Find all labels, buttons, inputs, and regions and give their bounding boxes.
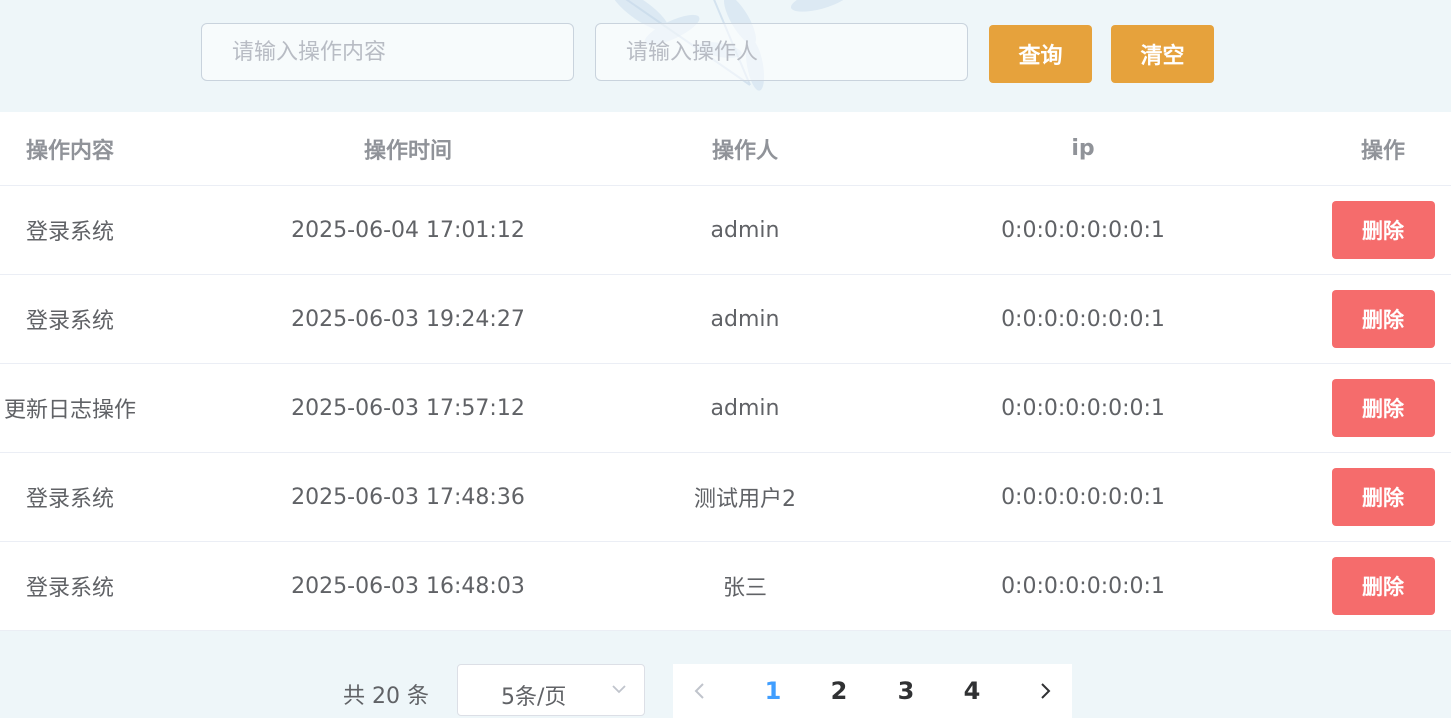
table-row: 登录系统 2025-06-03 16:48:03 张三 0:0:0:0:0:0:… [0,542,1451,631]
column-header-action: 操作 [1360,138,1405,164]
cell-content: 登录系统 [25,220,114,245]
cell-operator: 张三 [722,576,767,601]
table-row: 登录系统 2025-06-03 17:48:36 测试用户2 0:0:0:0:0… [0,453,1451,542]
column-header-time: 操作时间 [363,138,452,164]
cell-ip: 0:0:0:0:0:0:0:1 [1001,217,1165,243]
total-count: 共 20 条 [343,684,429,709]
cell-action: 删除 [1320,364,1446,452]
column-header-content: 操作内容 [25,138,114,164]
query-button[interactable]: 查询 [989,25,1092,83]
table-row: 更新日志操作 2025-06-03 17:57:12 admin 0:0:0:0… [0,364,1451,453]
cell-operator: admin [710,217,780,243]
cell-time: 2025-06-03 16:48:03 [291,573,525,599]
delete-button[interactable]: 删除 [1331,201,1435,259]
cell-time: 2025-06-03 19:24:27 [291,306,525,332]
delete-button[interactable]: 删除 [1331,557,1435,615]
page-4-button[interactable]: 4 [950,664,994,718]
cell-ip: 0:0:0:0:0:0:0:1 [1001,484,1165,510]
delete-button[interactable]: 删除 [1331,379,1435,437]
page-size-select[interactable]: 5条/页 [457,664,645,716]
table-row: 登录系统 2025-06-04 17:01:12 admin 0:0:0:0:0… [0,186,1451,275]
page-size-value: 5条/页 [501,685,567,710]
cell-operator: admin [710,395,780,421]
chevron-down-icon [612,685,626,694]
cell-time: 2025-06-03 17:57:12 [291,395,525,421]
cell-action: 删除 [1320,275,1446,363]
operator-input[interactable] [595,23,968,81]
table-row: 登录系统 2025-06-03 19:24:27 admin 0:0:0:0:0… [0,275,1451,364]
cell-operator: 测试用户2 [694,487,796,512]
search-bar: 查询 清空 [0,0,1451,112]
cell-content: 登录系统 [25,576,114,601]
page-1-button[interactable]: 1 [751,664,795,718]
page-2-button[interactable]: 2 [817,664,861,718]
operation-log-table: 操作内容 操作时间 操作人 ip 操作 登录系统 2025-06-04 17:0… [0,112,1451,631]
cell-time: 2025-06-03 17:48:36 [291,484,525,510]
cell-operator: admin [710,306,780,332]
delete-button[interactable]: 删除 [1331,468,1435,526]
cell-time: 2025-06-04 17:01:12 [291,217,525,243]
clear-button[interactable]: 清空 [1111,25,1214,83]
cell-action: 删除 [1320,542,1446,630]
cell-action: 删除 [1320,186,1446,274]
table-header: 操作内容 操作时间 操作人 ip 操作 [0,112,1451,186]
cell-ip: 0:0:0:0:0:0:0:1 [1001,395,1165,421]
delete-button[interactable]: 删除 [1331,290,1435,348]
page-3-button[interactable]: 3 [884,664,928,718]
cell-content: 登录系统 [25,487,114,512]
chevron-left-icon [694,683,704,699]
cell-ip: 0:0:0:0:0:0:0:1 [1001,573,1165,599]
cell-action: 删除 [1320,453,1446,541]
column-header-operator: 操作人 [711,138,778,164]
cell-ip: 0:0:0:0:0:0:0:1 [1001,306,1165,332]
pagination: 共 20 条 5条/页 1 2 3 4 [0,664,1451,718]
prev-page-button[interactable] [678,664,722,718]
cell-content: 更新日志操作 [3,398,136,423]
chevron-right-icon [1041,683,1051,699]
operation-content-input[interactable] [201,23,574,81]
column-header-ip: ip [1071,136,1095,161]
next-page-button[interactable] [1023,664,1067,718]
cell-content: 登录系统 [25,309,114,334]
pager: 1 2 3 4 [673,664,1072,718]
